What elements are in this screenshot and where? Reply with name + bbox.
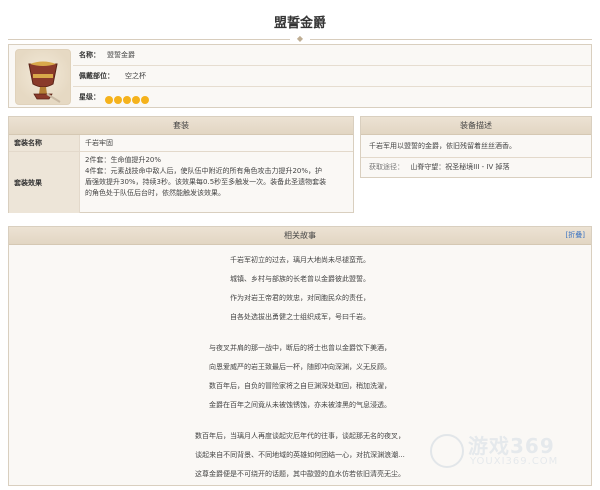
source-label: 获取途径： [369, 163, 404, 171]
set-effect-row: 套装效果 2件套：生命值提升20% 4件套：元素战技命中敌人后，使队伍中附近的所有… [9, 152, 353, 213]
star-icon [114, 96, 122, 104]
story-line: 城镇、乡村与部族的长老曾以金爵彼此盟誓。 [230, 275, 370, 283]
set-effect-value: 2件套：生命值提升20% 4件套：元素战技命中敌人后，使队伍中附近的所有角色攻击力… [85, 152, 353, 202]
watermark-url: YOUXI369.COM [470, 456, 559, 467]
watermark-brand: 游戏369 [468, 434, 555, 458]
star-icon [123, 96, 131, 104]
source-value: 山脊守望：祝圣秘境III - IV 掉落 [410, 163, 510, 171]
title-divider: ◆ [8, 35, 592, 43]
set-effect-line: 2件套：生命值提升20% [85, 156, 162, 164]
source-row: 获取途径： 山脊守望：祝圣秘境III - IV 掉落 [361, 157, 591, 176]
star-icon [141, 96, 149, 104]
star-icon [132, 96, 140, 104]
story-line: 向恩爱威严的岩王致最后一杯，随即冲向深渊，义无反顾。 [209, 363, 391, 371]
description-text: 千岩军用以盟誓的金爵，依旧残留着丝丝酒香。 [369, 142, 516, 150]
fold-toggle-link[interactable]: [折叠] [566, 227, 585, 244]
description-panel: 装备描述 千岩军用以盟誓的金爵，依旧残留着丝丝酒香。 获取途径： 山脊守望：祝圣… [360, 116, 592, 178]
golden-goblet-icon [15, 49, 71, 105]
story-line: 与夜叉并肩的那一战中，断后的将士也曾以金爵饮下美酒， [209, 344, 391, 352]
story-line: 金爵在百年之间竟从未被蚀锈蚀，亦未被漆黑的气息浸透。 [209, 401, 391, 409]
slot-value: 空之杯 [125, 72, 146, 80]
story-panel-header: 相关故事 [折叠] [9, 227, 591, 245]
set-name-row: 套装名称 千岩牢固 [9, 135, 353, 152]
set-effect-line: 4件套：元素战技命中敌人后，使队伍中附近的所有角色攻击力提升20%，护 [85, 167, 323, 175]
page-title: 盟誓金爵 [273, 16, 326, 31]
story-line: 自各处选拔出勇健之士组织成军，号曰千岩。 [230, 313, 370, 321]
set-effect-line: 盾强效提升30%，持续3秒。该效果每0.5秒至多触发一次。装备此圣遗物套装 [85, 178, 327, 186]
name-value: 盟誓金爵 [107, 51, 135, 59]
set-panel-header: 套装 [9, 117, 353, 135]
star-icon [105, 96, 113, 104]
story-line: 数百年后，自负的冒险家将之自巨渊深处取回，稍加洗濯， [209, 382, 391, 390]
artifact-info-card: 名称： 盟誓金爵 佩戴部位： 空之杯 星级： [8, 44, 592, 108]
rarity-stars [105, 92, 150, 112]
set-effect-key: 套装效果 [14, 178, 42, 187]
rarity-row: 星级： [73, 87, 591, 107]
rarity-label: 星级： [79, 93, 100, 101]
description-panel-header: 装备描述 [361, 117, 591, 135]
slot-label: 佩戴部位： [79, 72, 114, 80]
story-line: 千岩军初立的过去，璃月大地尚未尽褪蛮荒。 [230, 256, 370, 264]
set-effect-line: 的角色处于队伍后台时，依然能触发该效果。 [85, 189, 225, 197]
set-panel: 套装 套装名称 千岩牢固 套装效果 2件套：生命值提升20% 4件套：元素战技命中… [8, 116, 354, 213]
set-name-key: 套装名称 [14, 139, 42, 147]
name-row: 名称： 盟誓金爵 [73, 45, 591, 66]
site-watermark: 游戏369 YOUXI369.COM [430, 430, 590, 478]
story-panel-title: 相关故事 [284, 231, 316, 240]
slot-row: 佩戴部位： 空之杯 [73, 66, 591, 87]
watermark-logo-icon [430, 434, 464, 468]
set-name-value: 千岩牢固 [85, 139, 113, 147]
story-line: 作为对岩王帝君的效忠，对同胞民众的责任， [230, 294, 370, 302]
name-label: 名称： [79, 51, 100, 59]
